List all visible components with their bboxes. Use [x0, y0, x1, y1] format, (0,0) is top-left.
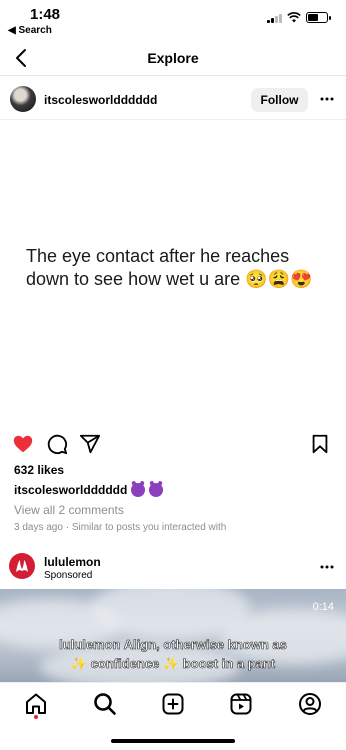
reels-icon[interactable]: [228, 691, 254, 717]
video-subtitle: ✨ confidence ✨ boost in a pant: [70, 656, 276, 672]
signal-icon: [267, 13, 282, 23]
follow-button[interactable]: Follow: [251, 88, 308, 112]
home-indicator: [111, 739, 235, 743]
avatar[interactable]: [10, 86, 36, 112]
more-options-icon[interactable]: [320, 560, 334, 574]
wifi-icon: [287, 12, 301, 23]
create-icon[interactable]: [160, 691, 186, 717]
ad-header: lululemon Sponsored: [0, 548, 346, 588]
status-time: 1:48: [30, 6, 61, 23]
more-options-icon[interactable]: [320, 92, 334, 106]
view-comments-link[interactable]: View all 2 comments: [14, 503, 124, 517]
ad-account-name[interactable]: lululemon: [44, 555, 101, 569]
back-to-search-link[interactable]: ◀ Search: [8, 25, 52, 36]
nav-header: Explore: [0, 40, 346, 76]
caption: itscolesworldddddd: [14, 483, 164, 497]
video-time: 0:14: [312, 601, 334, 613]
caption-username[interactable]: itscolesworldddddd: [14, 483, 127, 497]
post-image[interactable]: The eye contact after he reaches down to…: [0, 120, 346, 425]
bookmark-icon[interactable]: [309, 433, 331, 455]
post-meta: 3 days ago · Similar to posts you intera…: [14, 522, 227, 533]
devil-emoji-icon: [131, 483, 146, 497]
post-header: itscolesworldddddd Follow: [0, 80, 346, 120]
notification-dot: [34, 715, 38, 719]
lululemon-logo-icon[interactable]: [9, 553, 35, 579]
tab-bar: [0, 682, 346, 750]
video-subtitle: lululemon Align, otherwise known as: [59, 637, 287, 653]
status-bar: 1:48 ◀ Search: [0, 0, 346, 40]
share-icon[interactable]: [79, 433, 101, 455]
post-actions: [0, 430, 346, 458]
page-title: Explore: [147, 50, 199, 66]
home-icon[interactable]: [23, 691, 49, 717]
heart-icon[interactable]: [12, 433, 34, 455]
status-icons: [267, 12, 331, 23]
battery-icon: [306, 12, 331, 23]
comment-icon[interactable]: [46, 433, 68, 455]
ad-video[interactable]: 0:14 lululemon Align, otherwise known as…: [0, 589, 346, 682]
likes-count[interactable]: 632 likes: [14, 463, 64, 477]
profile-icon[interactable]: [297, 691, 323, 717]
devil-emoji-icon: [149, 483, 164, 497]
search-icon[interactable]: [92, 691, 118, 717]
sponsored-label: Sponsored: [44, 570, 93, 581]
post-username[interactable]: itscolesworldddddd: [44, 93, 157, 107]
post-image-text: The eye contact after he reaches down to…: [26, 246, 313, 289]
